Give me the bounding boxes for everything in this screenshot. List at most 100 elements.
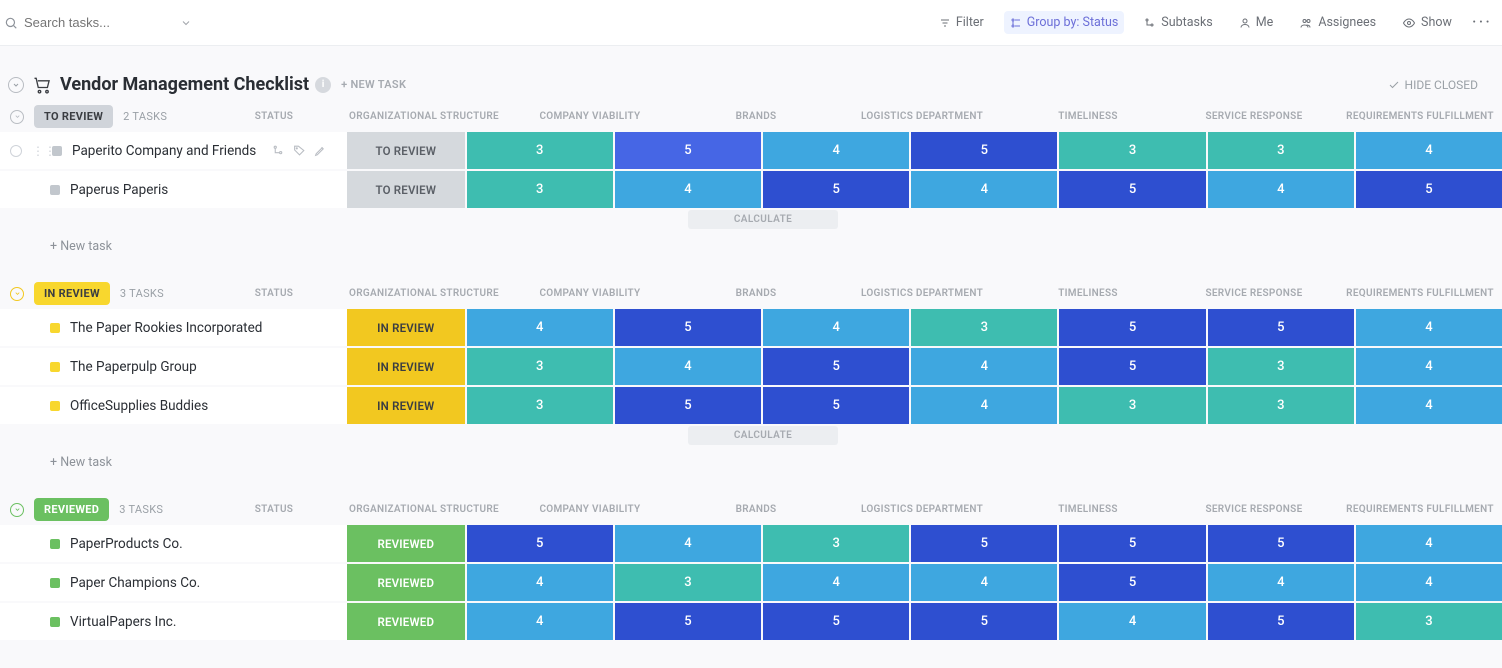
task-name-cell[interactable]: ⋮⋮OfficeSupplies Buddies	[0, 387, 347, 424]
col-header[interactable]: TIMELINESS	[1006, 504, 1170, 515]
task-name-cell[interactable]: ⋮⋮The Paperpulp Group	[0, 348, 347, 385]
eval-cell[interactable]: 5	[1059, 525, 1205, 562]
eval-cell[interactable]: 3	[467, 171, 613, 208]
col-header[interactable]: TIMELINESS	[1006, 111, 1170, 122]
show-action[interactable]: Show	[1396, 11, 1458, 34]
filter-action[interactable]: Filter	[933, 11, 990, 34]
eval-cell[interactable]: 4	[763, 564, 909, 601]
task-row[interactable]: ⋮⋮Paperito Company and FriendsTO REVIEW 3…	[0, 132, 1502, 169]
status-cell[interactable]: TO REVIEW	[347, 171, 465, 208]
eval-cell[interactable]: 3	[467, 348, 613, 385]
eval-cell[interactable]: 5	[1059, 564, 1205, 601]
eval-cell[interactable]: 3	[1059, 387, 1205, 424]
col-header[interactable]: LOGISTICS DEPARTMENT	[840, 111, 1004, 122]
col-header[interactable]: LOGISTICS DEPARTMENT	[840, 504, 1004, 515]
col-header[interactable]: REQUIREMENTS FULFILLMENT	[1338, 111, 1502, 122]
task-row[interactable]: ⋮⋮Paperus PaperisTO REVIEW3454545	[0, 171, 1502, 208]
eval-cell[interactable]: 4	[911, 564, 1057, 601]
eval-cell[interactable]: 4	[1356, 387, 1502, 424]
search-input[interactable]	[24, 15, 174, 30]
hide-closed-toggle[interactable]: HIDE CLOSED	[1388, 78, 1478, 92]
eval-cell[interactable]: 5	[911, 525, 1057, 562]
col-header[interactable]: SERVICE RESPONSE	[1172, 111, 1336, 122]
col-header[interactable]: COMPANY VIABILITY	[508, 504, 672, 515]
row-select-circle[interactable]	[10, 145, 22, 157]
eval-cell[interactable]: 4	[1356, 132, 1502, 169]
col-header[interactable]: SERVICE RESPONSE	[1172, 288, 1336, 299]
eval-cell[interactable]: 4	[911, 387, 1057, 424]
status-pill[interactable]: REVIEWED	[34, 498, 109, 521]
eval-cell[interactable]: 3	[467, 387, 613, 424]
drag-handle-icon[interactable]: ⋮⋮	[32, 144, 42, 158]
assignees-action[interactable]: Assignees	[1293, 11, 1382, 34]
collapse-group-toggle[interactable]	[10, 110, 24, 124]
col-header[interactable]: ORGANIZATIONAL STRUCTURE	[342, 288, 506, 299]
task-name-cell[interactable]: ⋮⋮Paper Champions Co.	[0, 564, 347, 601]
task-name-cell[interactable]: ⋮⋮PaperProducts Co.	[0, 525, 347, 562]
col-header-status[interactable]: STATUS	[208, 111, 340, 122]
eval-cell[interactable]: 5	[763, 171, 909, 208]
more-icon[interactable]: ···	[1472, 12, 1492, 33]
eval-cell[interactable]: 4	[467, 309, 613, 346]
status-cell[interactable]: IN REVIEW	[347, 348, 465, 385]
eval-cell[interactable]: 5	[911, 132, 1057, 169]
task-name-cell[interactable]: ⋮⋮Paperito Company and Friends	[0, 132, 347, 169]
col-header[interactable]: ORGANIZATIONAL STRUCTURE	[342, 504, 506, 515]
eval-cell[interactable]: 5	[763, 348, 909, 385]
eval-cell[interactable]: 4	[1208, 171, 1354, 208]
eval-cell[interactable]: 4	[1356, 564, 1502, 601]
chevron-down-icon[interactable]	[180, 17, 192, 29]
eval-cell[interactable]: 3	[1356, 603, 1502, 640]
status-cell[interactable]: REVIEWED	[347, 564, 465, 601]
status-cell[interactable]: TO REVIEW	[347, 132, 465, 169]
eval-cell[interactable]: 5	[1356, 171, 1502, 208]
status-cell[interactable]: IN REVIEW	[347, 309, 465, 346]
eval-cell[interactable]: 5	[1059, 348, 1205, 385]
task-row[interactable]: ⋮⋮The Paperpulp GroupIN REVIEW3454534	[0, 348, 1502, 385]
col-header[interactable]: SERVICE RESPONSE	[1172, 504, 1336, 515]
eval-cell[interactable]: 5	[615, 387, 761, 424]
task-row[interactable]: ⋮⋮PaperProducts Co.REVIEWED5435554	[0, 525, 1502, 562]
edit-icon[interactable]	[314, 144, 327, 157]
new-task-button[interactable]: + NEW TASK	[341, 78, 406, 91]
eval-cell[interactable]: 5	[1059, 309, 1205, 346]
eval-cell[interactable]: 5	[1208, 603, 1354, 640]
eval-cell[interactable]: 3	[1059, 132, 1205, 169]
collapse-group-toggle[interactable]	[10, 287, 24, 301]
eval-cell[interactable]: 4	[1356, 348, 1502, 385]
me-action[interactable]: Me	[1233, 11, 1280, 34]
eval-cell[interactable]: 5	[615, 603, 761, 640]
calculate-button[interactable]: CALCULATE	[688, 426, 838, 445]
col-header[interactable]: COMPANY VIABILITY	[508, 111, 672, 122]
eval-cell[interactable]: 4	[1356, 309, 1502, 346]
col-header[interactable]: ORGANIZATIONAL STRUCTURE	[342, 111, 506, 122]
eval-cell[interactable]: 4	[467, 603, 613, 640]
eval-cell[interactable]: 3	[911, 309, 1057, 346]
eval-cell[interactable]: 3	[1208, 348, 1354, 385]
eval-cell[interactable]: 5	[763, 387, 909, 424]
col-header[interactable]: REQUIREMENTS FULFILLMENT	[1338, 504, 1502, 515]
col-header[interactable]: BRANDS	[674, 288, 838, 299]
task-row[interactable]: ⋮⋮Paper Champions Co.REVIEWED4344544	[0, 564, 1502, 601]
info-icon[interactable]: i	[315, 77, 331, 93]
task-row[interactable]: ⋮⋮VirtualPapers Inc.REVIEWED4555453	[0, 603, 1502, 640]
col-header[interactable]: BRANDS	[674, 504, 838, 515]
subtask-icon[interactable]	[272, 144, 285, 157]
eval-cell[interactable]: 4	[911, 348, 1057, 385]
eval-cell[interactable]: 4	[763, 132, 909, 169]
eval-cell[interactable]: 4	[1208, 564, 1354, 601]
col-header[interactable]: REQUIREMENTS FULFILLMENT	[1338, 288, 1502, 299]
new-task-row[interactable]: + New task	[0, 445, 1502, 470]
eval-cell[interactable]: 5	[1208, 309, 1354, 346]
collapse-list-toggle[interactable]	[8, 77, 24, 93]
eval-cell[interactable]: 4	[763, 309, 909, 346]
col-header-status[interactable]: STATUS	[208, 288, 340, 299]
eval-cell[interactable]: 4	[1356, 525, 1502, 562]
tag-icon[interactable]	[293, 144, 306, 157]
eval-cell[interactable]: 3	[1208, 132, 1354, 169]
col-header[interactable]: COMPANY VIABILITY	[508, 288, 672, 299]
status-cell[interactable]: REVIEWED	[347, 603, 465, 640]
eval-cell[interactable]: 4	[1059, 603, 1205, 640]
col-header[interactable]: BRANDS	[674, 111, 838, 122]
task-name-cell[interactable]: ⋮⋮The Paper Rookies Incorporated	[0, 309, 347, 346]
